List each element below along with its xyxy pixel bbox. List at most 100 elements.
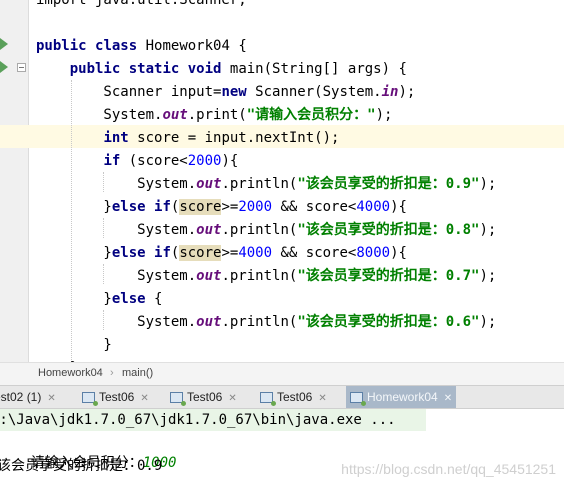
tab-label: Test02 (1) — [0, 390, 42, 404]
code-token: in — [381, 84, 399, 100]
code-token: Scanner input= — [36, 84, 222, 100]
code-token: "请输入会员积分：" — [246, 107, 376, 123]
application-icon — [170, 392, 186, 407]
watermark: https://blog.csdn.net/qq_45451251 — [341, 461, 556, 477]
code-line: }else { — [36, 288, 162, 310]
code-token: ); — [479, 222, 497, 238]
code-line: public class Homework04 { — [36, 35, 247, 57]
tab-test02[interactable]: Test02 (1) ✕ — [0, 386, 56, 408]
code-token: .println( — [221, 268, 298, 284]
close-icon[interactable]: ✕ — [140, 393, 148, 404]
code-token: class — [95, 38, 138, 54]
code-editor[interactable]: import java.util.Scanner; public class Ho… — [0, 0, 564, 362]
code-token: System. — [36, 222, 197, 238]
tab-test06-1[interactable]: Test06 ✕ — [82, 386, 149, 408]
code-token: ); — [479, 176, 497, 192]
code-token: { — [145, 291, 163, 307]
code-line: System.out.println("该会员享受的折扣是：0.8"); — [36, 219, 496, 241]
code-token: ); — [398, 84, 416, 100]
code-token: .println( — [221, 176, 298, 192]
code-token: System. — [36, 314, 197, 330]
tab-homework04[interactable]: Homework04 ✕ — [346, 386, 457, 408]
code-token: .println( — [221, 222, 298, 238]
code-token: 8000 — [356, 245, 391, 261]
code-token: Scanner(System. — [246, 84, 382, 100]
code-token: int — [103, 130, 129, 146]
close-icon[interactable]: ✕ — [318, 393, 326, 404]
code-token: System. — [36, 176, 197, 192]
code-token: main(String[] args) { — [221, 61, 407, 77]
run-main-icon[interactable] — [0, 61, 8, 73]
code-token: ); — [479, 314, 497, 330]
code-line: System.out.println("该会员享受的折扣是：0.6"); — [36, 311, 496, 333]
code-line: Scanner input=new Scanner(System.in); — [36, 81, 415, 103]
code-token: 4000 — [238, 245, 273, 261]
code-token: if — [154, 199, 171, 215]
code-token: "该会员享受的折扣是：0.9" — [297, 176, 480, 192]
code-line: System.out.println("该会员享受的折扣是：0.9"); — [36, 173, 496, 195]
code-token: ){ — [390, 199, 407, 215]
console-output: 该会员享受的折扣是：0.9 — [0, 458, 163, 474]
code-token: && score< — [272, 199, 357, 215]
code-token: "该会员享受的折扣是：0.7" — [297, 268, 480, 284]
close-icon[interactable]: ✕ — [444, 393, 452, 404]
run-class-icon[interactable] — [0, 38, 8, 50]
run-tabs: Test02 (1) ✕ Test06 ✕ Test06 ✕ Test06 ✕ Home… — [0, 385, 564, 409]
code-line: public static void main(String[] args) { — [36, 58, 407, 80]
code-token: out — [196, 268, 222, 284]
breadcrumb-method[interactable]: main() — [122, 367, 153, 379]
code-token: >= — [221, 199, 239, 215]
code-token: out — [196, 222, 222, 238]
tab-label: Homework04 — [367, 390, 438, 404]
tab-label: Test06 — [187, 390, 223, 404]
code-token: } — [36, 337, 112, 353]
code-line: System.out.println("该会员享受的折扣是：0.7"); — [36, 265, 496, 287]
close-icon[interactable]: ✕ — [228, 393, 236, 404]
code-token: score = input.nextInt(); — [128, 130, 340, 146]
fold-icon[interactable] — [17, 63, 26, 72]
code-token: public — [69, 61, 121, 77]
tab-test06-2[interactable]: Test06 ✕ — [170, 386, 237, 408]
code-line: System.out.print("请输入会员积分："); — [36, 104, 392, 126]
application-icon — [82, 392, 98, 407]
code-token: if — [103, 153, 121, 169]
code-token: new — [221, 84, 247, 100]
tab-label: Test06 — [99, 390, 135, 404]
code-token: && score< — [272, 245, 357, 261]
tab-test06-3[interactable]: Test06 ✕ — [260, 386, 327, 408]
code-token: else — [111, 199, 146, 215]
close-icon[interactable]: ✕ — [47, 393, 55, 404]
code-token: 2000 — [187, 153, 222, 169]
code-line: } — [36, 334, 112, 356]
code-token: import java.util.Scanner; — [36, 0, 247, 8]
code-token: else — [111, 245, 146, 261]
code-token: .println( — [221, 314, 298, 330]
code-token: ){ — [221, 153, 239, 169]
code-token: 2000 — [238, 199, 273, 215]
code-token: (score< — [120, 153, 188, 169]
code-token: } — [36, 199, 112, 215]
code-token: ); — [479, 268, 497, 284]
code-line: if (score<2000){ — [36, 150, 238, 172]
code-token: score — [179, 245, 222, 261]
code-token: public — [36, 38, 87, 54]
editor-gutter — [0, 0, 28, 362]
breadcrumb-class[interactable]: Homework04 — [38, 367, 103, 379]
gutter-divider — [28, 0, 29, 362]
application-icon — [260, 392, 276, 407]
code-token: out — [162, 107, 188, 123]
tab-label: Test06 — [277, 390, 313, 404]
code-token: >= — [221, 245, 239, 261]
code-token: } — [36, 291, 112, 307]
run-console[interactable]: D:\Java\jdk1.7.0_67\jdk1.7.0_67\bin\java… — [0, 409, 564, 488]
code-line: }else if(score>=4000 && score<8000){ — [36, 242, 407, 264]
code-token: if — [154, 245, 171, 261]
code-token: "该会员享受的折扣是：0.8" — [297, 222, 480, 238]
code-token: 4000 — [356, 199, 391, 215]
